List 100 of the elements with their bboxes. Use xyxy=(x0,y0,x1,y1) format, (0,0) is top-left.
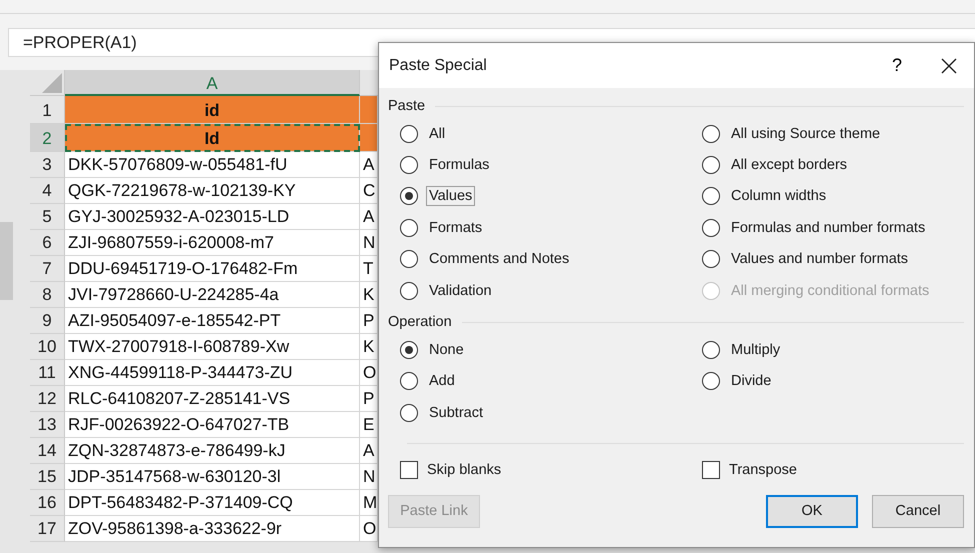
radio-button[interactable] xyxy=(702,124,720,143)
row-number[interactable]: 6 xyxy=(30,230,65,256)
radio-button[interactable] xyxy=(400,341,418,360)
radio-button[interactable] xyxy=(702,372,720,390)
close-icon xyxy=(941,58,957,74)
table-cell: O xyxy=(360,360,378,386)
table-cell: RLC-64108207-Z-285141-VS xyxy=(65,386,360,412)
option-label: Formulas and number formats xyxy=(730,218,926,238)
row-number[interactable]: 2 xyxy=(30,124,65,152)
radio-button[interactable] xyxy=(400,187,418,206)
row-number[interactable]: 17 xyxy=(30,516,65,542)
table-cell: K xyxy=(360,334,378,360)
table-cell: E xyxy=(360,412,378,438)
table-cell: N xyxy=(360,230,378,256)
radio-button[interactable] xyxy=(400,372,418,390)
table-cell: TWX-27007918-I-608789-Xw xyxy=(65,334,360,360)
table-cell: A xyxy=(360,204,378,230)
column-header[interactable]: A xyxy=(65,70,360,96)
option-label: All except borders xyxy=(730,156,848,176)
option-label: Divide xyxy=(730,372,772,392)
radio-button[interactable] xyxy=(400,156,418,174)
table-cell: O xyxy=(360,516,378,542)
row-number[interactable]: 7 xyxy=(30,256,65,282)
row-number[interactable]: 4 xyxy=(30,178,65,204)
row-number[interactable]: 16 xyxy=(30,490,65,516)
row-number[interactable]: 11 xyxy=(30,360,65,386)
checkbox-label: Transpose xyxy=(729,462,797,478)
radio-button[interactable] xyxy=(702,218,720,237)
table-cell: ZQN-32874873-e-786499-kJ xyxy=(65,438,360,464)
radio-button[interactable] xyxy=(702,156,720,174)
table-cell: ZJI-96807559-i-620008-m7 xyxy=(65,230,360,256)
table-cell: T xyxy=(360,256,378,282)
table-cell: QGK-72219678-w-102139-KY xyxy=(65,178,360,204)
table-cell: K xyxy=(360,282,378,308)
row-number[interactable]: 12 xyxy=(30,386,65,412)
radio-option[interactable]: Divide xyxy=(702,366,964,398)
radio-option[interactable]: All xyxy=(400,118,702,150)
table-cell: RJF-00263922-O-647027-TB xyxy=(65,412,360,438)
table-cell: GYJ-30025932-A-023015-LD xyxy=(65,204,360,230)
table-cell: A xyxy=(360,152,378,178)
row-number[interactable]: 14 xyxy=(30,438,65,464)
row-number[interactable]: 5 xyxy=(30,204,65,230)
option-label: All using Source theme xyxy=(730,124,882,144)
table-cell: P xyxy=(360,386,378,412)
radio-option[interactable]: Formats xyxy=(400,212,702,244)
dialog-button[interactable]: Cancel xyxy=(872,494,964,528)
row-number[interactable]: 3 xyxy=(30,152,65,178)
radio-option[interactable]: Multiply xyxy=(702,334,964,366)
triangle-icon xyxy=(42,73,62,93)
option-label: Column widths xyxy=(730,187,828,206)
table-cell: Id xyxy=(65,124,360,152)
table-cell: DDU-69451719-O-176482-Fm xyxy=(65,256,360,282)
option-label: Validation xyxy=(428,282,493,301)
radio-button[interactable] xyxy=(400,282,418,300)
radio-option[interactable]: Subtract xyxy=(400,397,702,429)
option-label: Add xyxy=(428,372,456,392)
row-number[interactable]: 8 xyxy=(30,282,65,308)
row-number[interactable]: 13 xyxy=(30,412,65,438)
radio-option[interactable]: All except borders xyxy=(702,149,964,181)
radio-button[interactable] xyxy=(702,341,720,360)
radio-button[interactable] xyxy=(702,187,720,206)
checkbox[interactable] xyxy=(400,460,418,479)
radio-option[interactable]: Comments and Notes xyxy=(400,244,702,275)
row-number[interactable]: 9 xyxy=(30,308,65,334)
table-cell: P xyxy=(360,308,378,334)
radio-option[interactable]: Values and number formats xyxy=(702,244,964,275)
dialog-button[interactable]: OK xyxy=(766,494,858,528)
radio-button[interactable] xyxy=(400,250,418,268)
checkbox-label: Skip blanks xyxy=(427,462,502,478)
option-label: Values and number formats xyxy=(730,250,910,270)
table-cell: DKK-57076809-w-055481-fU xyxy=(65,152,360,178)
table-cell: M xyxy=(360,490,378,516)
option-label: Formulas xyxy=(428,156,490,176)
radio-option[interactable]: Add xyxy=(400,366,702,398)
option-label: None xyxy=(428,341,465,360)
radio-option[interactable]: None xyxy=(400,334,702,366)
option-label: Formats xyxy=(428,218,484,238)
row-number[interactable]: 1 xyxy=(30,96,65,124)
radio-option[interactable]: Values xyxy=(400,180,702,212)
table-cell: C xyxy=(360,178,378,204)
radio-option[interactable]: Formulas xyxy=(400,149,702,181)
radio-option[interactable]: Column widths xyxy=(702,180,964,212)
table-cell: JVI-79728660-U-224285-4a xyxy=(65,282,360,308)
row-number[interactable]: 15 xyxy=(30,464,65,490)
radio-option[interactable]: Validation xyxy=(400,274,702,306)
radio-button[interactable] xyxy=(400,124,418,143)
help-button[interactable]: ? xyxy=(882,55,912,76)
scrollbar-thumb[interactable] xyxy=(0,222,13,300)
radio-button[interactable] xyxy=(702,250,720,268)
group-label: Operation xyxy=(388,314,452,330)
table-cell: ZOV-95861398-a-333622-9r xyxy=(65,516,360,542)
row-number[interactable]: 10 xyxy=(30,334,65,360)
radio-button[interactable] xyxy=(400,218,418,237)
radio-button[interactable] xyxy=(400,404,418,422)
option-label: All xyxy=(428,124,446,144)
checkbox[interactable] xyxy=(702,460,720,479)
dialog-title: Paste Special xyxy=(389,56,488,74)
radio-option[interactable]: All using Source theme xyxy=(702,118,964,150)
radio-option[interactable]: Formulas and number formats xyxy=(702,212,964,244)
option-label: Subtract xyxy=(428,404,484,423)
